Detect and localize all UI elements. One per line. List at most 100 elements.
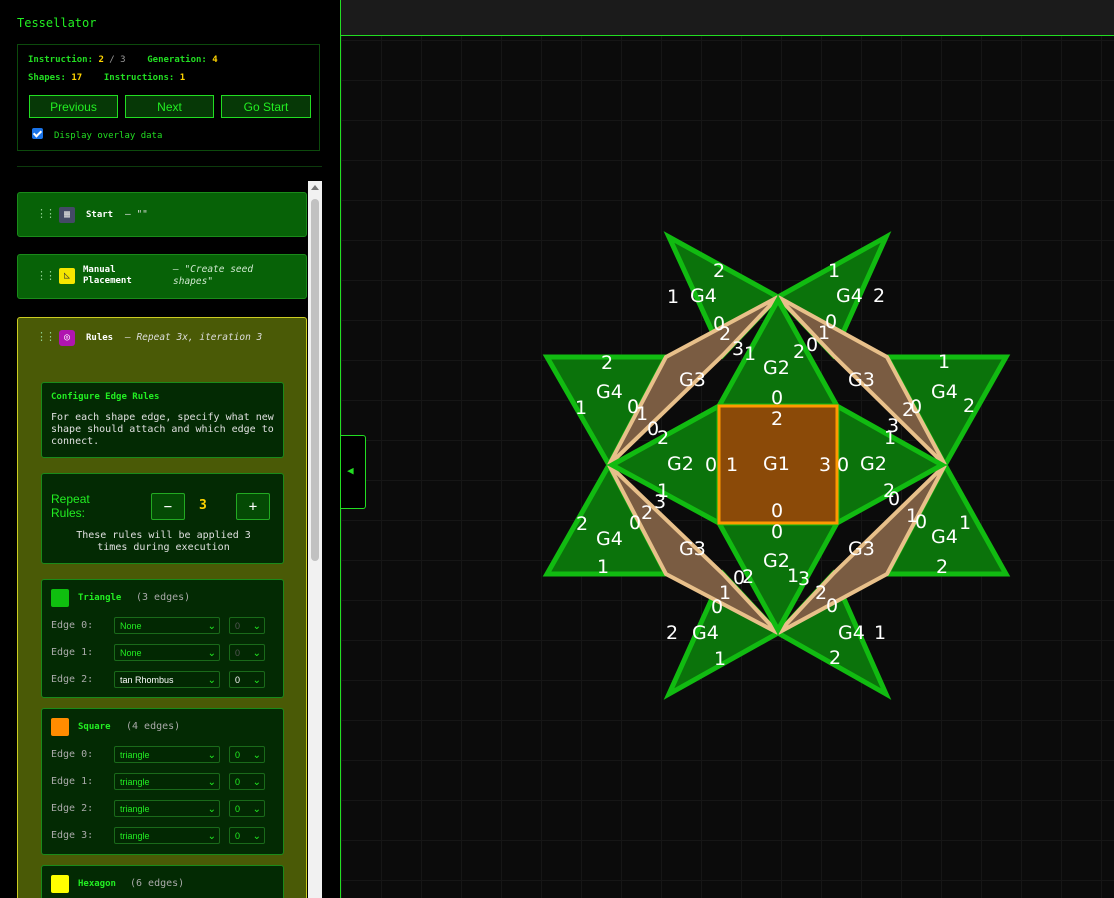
edge-label: Edge 3: xyxy=(51,830,94,841)
drag-handle-icon[interactable]: ⋮⋮ xyxy=(36,207,56,220)
svg-text:3: 3 xyxy=(819,454,831,476)
scroll-up-icon[interactable] xyxy=(311,185,319,190)
svg-text:2: 2 xyxy=(963,395,975,417)
svg-text:1: 1 xyxy=(874,622,886,644)
clapper-icon: ▦ xyxy=(59,207,75,223)
square-rules: Square (4 edges) Edge 0: triangle ⌄ 0 ⌄ Ed… xyxy=(41,708,284,855)
shapes-value: 17 xyxy=(71,73,83,83)
svg-text:0: 0 xyxy=(629,512,641,534)
svg-text:2: 2 xyxy=(641,502,653,524)
scroll-thumb[interactable] xyxy=(311,199,319,561)
shape-label: G3 xyxy=(679,369,706,391)
instruction-card-manual-placement[interactable]: ⋮⋮ ◺ Manual Placement — "Create seed sha… xyxy=(17,254,307,299)
svg-text:0: 0 xyxy=(806,334,818,356)
instruction-desc: — Repeat 3x, iteration 3 xyxy=(125,332,263,343)
svg-text:1: 1 xyxy=(667,286,679,308)
sidebar: Tessellator Instruction: 2 / 3 Generatio… xyxy=(0,0,340,898)
ruler-triangle-icon: ◺ xyxy=(59,268,75,284)
svg-text:3: 3 xyxy=(732,338,744,360)
svg-text:2: 2 xyxy=(742,566,754,588)
edge-index-select[interactable]: 0 ⌄ xyxy=(229,746,265,763)
shape-edges: (3 edges) xyxy=(136,592,191,603)
svg-text:1: 1 xyxy=(597,556,609,578)
svg-text:2: 2 xyxy=(657,427,669,449)
svg-text:2: 2 xyxy=(829,647,841,669)
instructions-label: Instructions: xyxy=(103,73,175,83)
shape-name: Square xyxy=(78,722,111,732)
svg-text:1: 1 xyxy=(828,260,840,282)
edge-shape-select[interactable]: triangle ⌄ xyxy=(114,827,220,844)
edge-shape-select[interactable]: tan Rhombus ⌄ xyxy=(114,671,220,688)
shape-label: G4 xyxy=(838,622,865,644)
edge-index-select[interactable]: 0 ⌄ xyxy=(229,800,265,817)
svg-text:2: 2 xyxy=(902,399,914,421)
chevron-down-icon: ⌄ xyxy=(252,777,261,788)
instruction-card-start[interactable]: ⋮⋮ ▦ Start — "" xyxy=(17,192,307,237)
edge-index-select[interactable]: 0 ⌄ xyxy=(229,617,265,634)
instruction-name: Start xyxy=(86,210,114,220)
instruction-total: 3 xyxy=(120,55,126,65)
generation-label: Generation: xyxy=(147,55,207,65)
repeat-value: 3 xyxy=(199,498,207,513)
chevron-down-icon: ⌄ xyxy=(252,831,261,842)
instruction-desc: — "" xyxy=(125,209,148,220)
previous-button[interactable]: Previous xyxy=(29,95,118,118)
shapes-label: Shapes: xyxy=(28,73,66,83)
tessellation-canvas[interactable]: G1 G2 G2 G2 G2 G3 G3 G3 G3 G4 G4 G4 G4 G… xyxy=(341,0,1114,898)
svg-text:3: 3 xyxy=(798,568,810,590)
shape-label: G2 xyxy=(860,453,887,475)
instruction-card-rules[interactable]: ⋮⋮ ◎ Rules — Repeat 3x, iteration 3 Conf… xyxy=(17,317,307,898)
repeat-note: These rules will be applied 3 times durin… xyxy=(76,530,251,553)
chevron-down-icon: ⌄ xyxy=(207,648,216,659)
drag-handle-icon[interactable]: ⋮⋮ xyxy=(36,330,56,343)
next-button[interactable]: Next xyxy=(125,95,214,118)
sidebar-scrollbar[interactable] xyxy=(308,181,322,898)
edge-label: Edge 1: xyxy=(51,647,94,658)
chevron-down-icon: ⌄ xyxy=(207,831,216,842)
overlay-checkbox[interactable] xyxy=(32,128,43,139)
svg-text:3: 3 xyxy=(654,491,666,513)
edge-index-select[interactable]: 0 ⌄ xyxy=(229,773,265,790)
chevron-down-icon: ⌄ xyxy=(252,675,261,686)
shape-label: G4 xyxy=(931,526,958,548)
edge-index-select[interactable]: 0 ⌄ xyxy=(229,827,265,844)
edge-shape-select[interactable]: triangle ⌄ xyxy=(114,773,220,790)
go-start-button[interactable]: Go Start xyxy=(221,95,311,118)
chevron-down-icon: ⌄ xyxy=(252,804,261,815)
edge-label: Edge 2: xyxy=(51,803,94,814)
edge-index-select[interactable]: 0 ⌄ xyxy=(229,644,265,661)
instruction-list: ⋮⋮ ▦ Start — "" ⋮⋮ ◺ Manual Placement — … xyxy=(17,180,307,898)
triangle-swatch xyxy=(51,589,69,607)
target-icon: ◎ xyxy=(59,330,75,346)
edge-shape-select[interactable]: None ⌄ xyxy=(114,617,220,634)
edge-label: Edge 2: xyxy=(51,674,94,685)
svg-text:2: 2 xyxy=(771,408,783,430)
shape-label: G2 xyxy=(763,550,790,572)
configure-edge-rules-panel: Configure Edge Rules For each shape edge… xyxy=(41,382,284,458)
svg-text:1: 1 xyxy=(938,351,950,373)
svg-text:2: 2 xyxy=(713,260,725,282)
configure-title: Configure Edge Rules xyxy=(51,392,160,402)
drag-handle-icon[interactable]: ⋮⋮ xyxy=(36,269,56,282)
shape-label: G1 xyxy=(763,453,790,475)
svg-text:1: 1 xyxy=(744,343,756,365)
svg-text:2: 2 xyxy=(873,285,885,307)
decrement-button[interactable]: − xyxy=(151,493,185,520)
svg-text:0: 0 xyxy=(771,387,783,409)
canvas-area[interactable]: ◀ G1 G2 G2 G2 G2 G3 G3 G3 G3 G4 G4 G4 G4… xyxy=(340,0,1114,898)
svg-text:1: 1 xyxy=(884,427,896,449)
instruction-desc-line2: shapes" xyxy=(173,276,214,287)
shape-label: G4 xyxy=(596,528,623,550)
svg-text:0: 0 xyxy=(837,454,849,476)
edge-shape-select[interactable]: triangle ⌄ xyxy=(114,800,220,817)
shape-label: G4 xyxy=(690,285,717,307)
shape-label: G4 xyxy=(836,285,863,307)
edge-label: Edge 1: xyxy=(51,776,94,787)
instruction-status: Instruction: 2 / 3 Generation: 4 xyxy=(28,55,218,65)
edge-index-select[interactable]: 0 ⌄ xyxy=(229,671,265,688)
edge-shape-select[interactable]: triangle ⌄ xyxy=(114,746,220,763)
increment-button[interactable]: + xyxy=(236,493,270,520)
instruction-current: 2 xyxy=(98,55,104,65)
edge-shape-select[interactable]: None ⌄ xyxy=(114,644,220,661)
shape-label: G4 xyxy=(692,622,719,644)
